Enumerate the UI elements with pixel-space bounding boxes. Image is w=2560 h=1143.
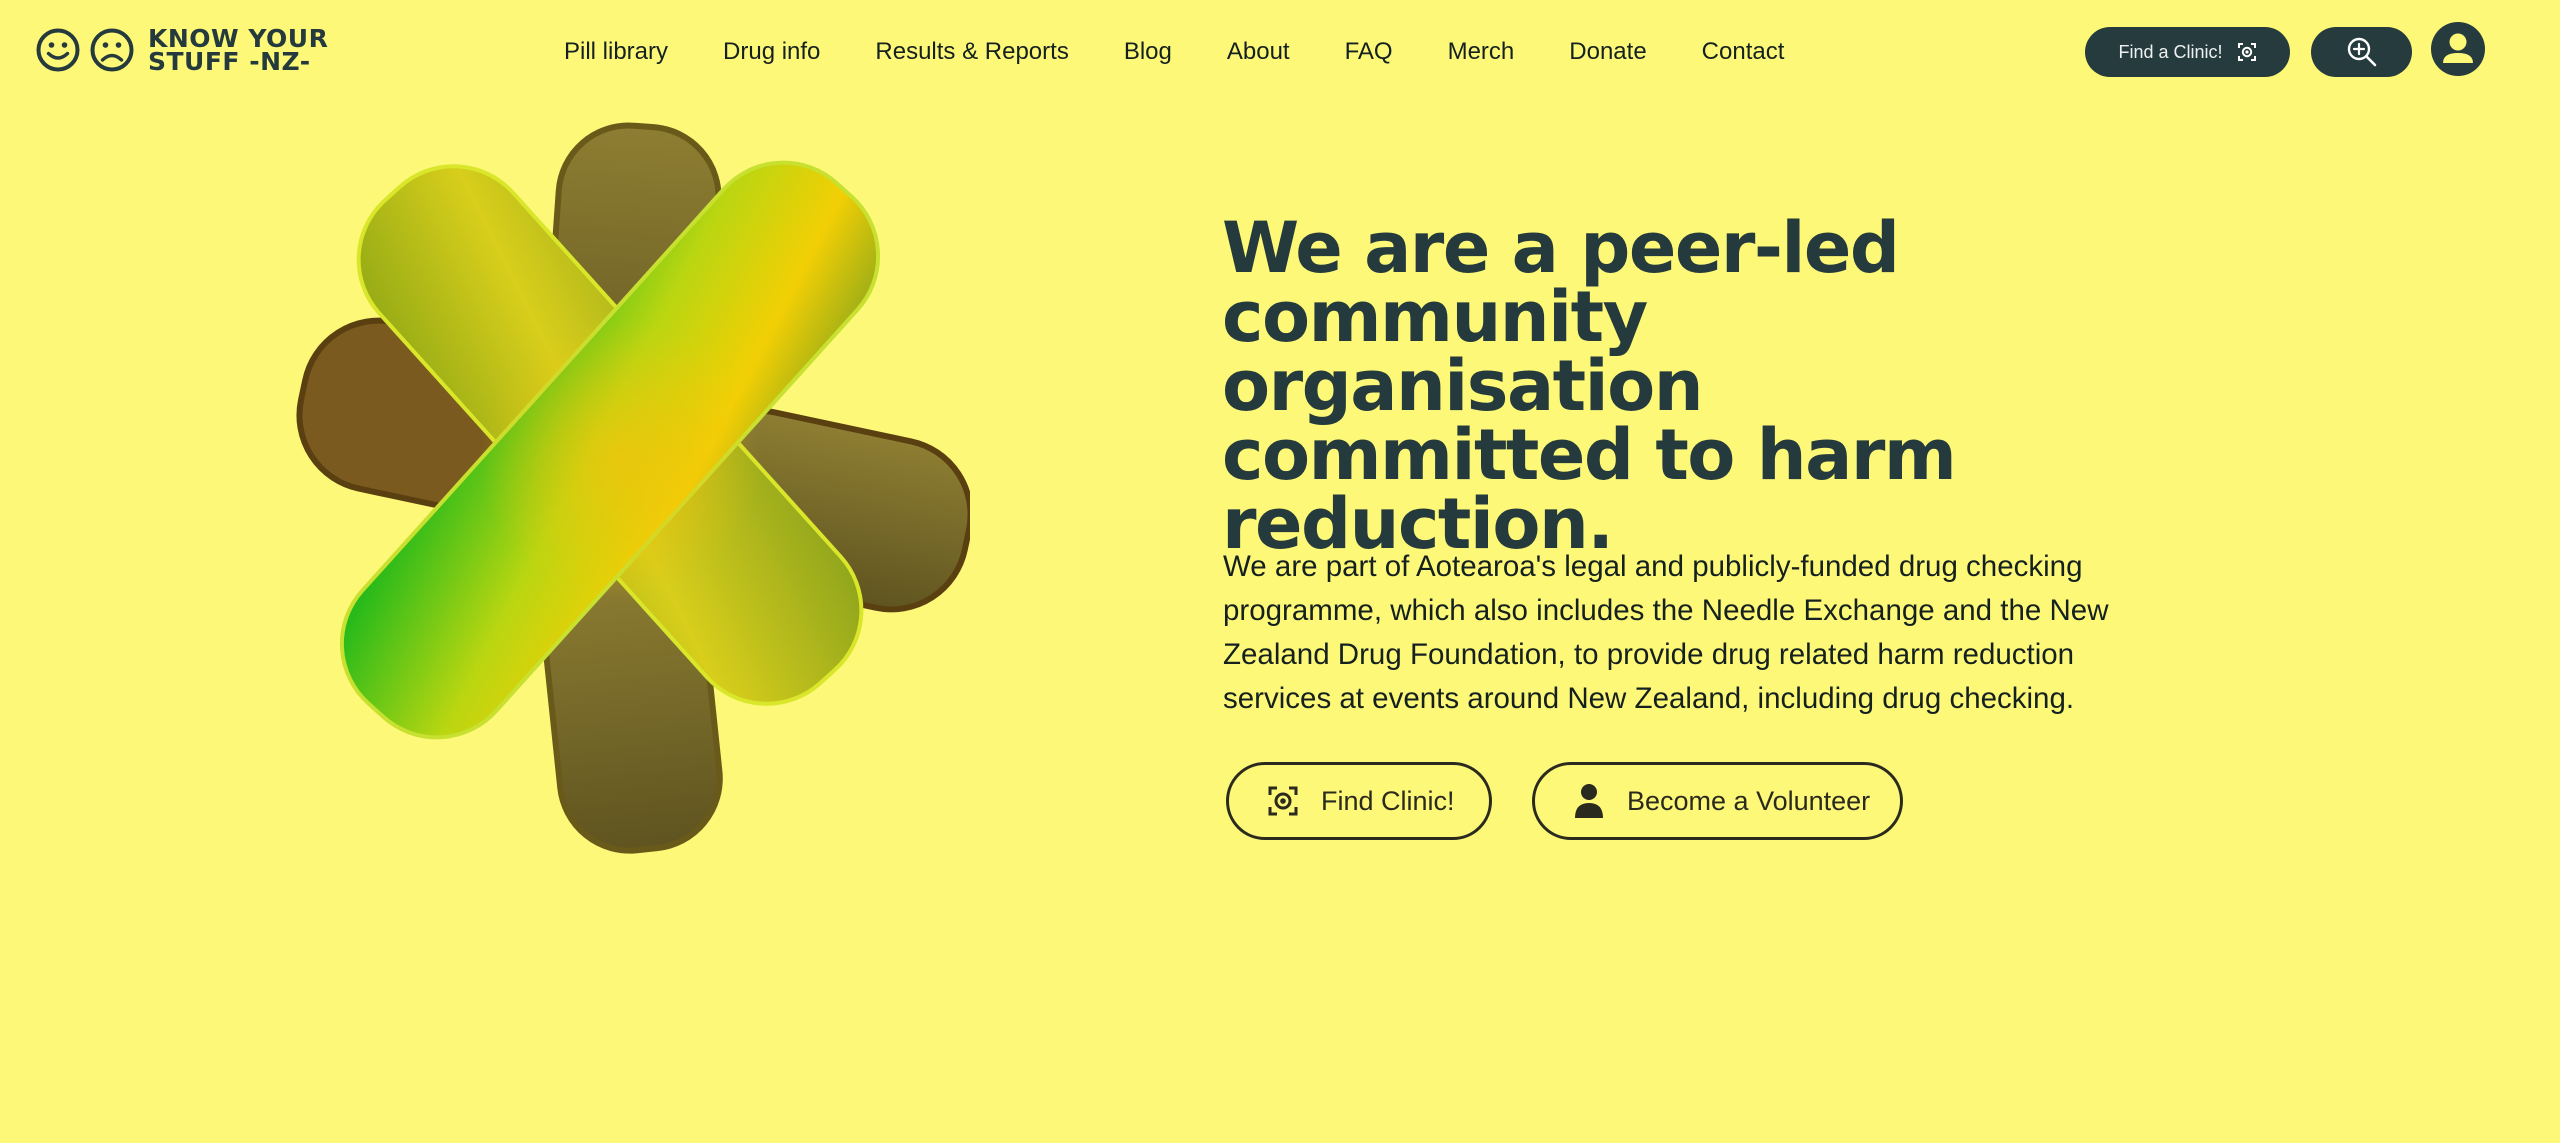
account-button[interactable]	[2431, 22, 2485, 76]
nav-drug-info[interactable]: Drug info	[723, 36, 820, 68]
smiley-face-icon	[36, 28, 80, 72]
hero-illustration	[290, 120, 974, 860]
frowning-face-icon	[90, 28, 134, 72]
nav-pill-library[interactable]: Pill library	[564, 36, 668, 68]
nav-faq[interactable]: FAQ	[1345, 36, 1393, 68]
main-nav: Pill library Drug info Results & Reports…	[564, 36, 1839, 68]
nav-contact[interactable]: Contact	[1702, 36, 1785, 68]
search-button[interactable]	[2311, 27, 2412, 77]
nav-donate[interactable]: Donate	[1569, 36, 1646, 68]
become-volunteer-button[interactable]: Become a Volunteer	[1532, 762, 1903, 840]
header-find-clinic-button[interactable]: Find a Clinic!	[2085, 27, 2290, 77]
nav-blog[interactable]: Blog	[1124, 36, 1172, 68]
zoom-search-icon	[2347, 37, 2376, 67]
site-logo[interactable]: KNOW YOUR STUFF -NZ-	[36, 26, 328, 76]
person-icon	[1575, 784, 1603, 818]
logo-wordmark: KNOW YOUR STUFF -NZ-	[148, 26, 328, 76]
hero-description: We are part of Aotearoa's legal and publ…	[1223, 550, 2109, 715]
site-header: KNOW YOUR STUFF -NZ- Pill library Drug i…	[0, 0, 2560, 104]
page: KNOW YOUR STUFF -NZ- Pill library Drug i…	[0, 0, 2560, 1143]
find-clinic-button[interactable]: Find Clinic!	[1226, 762, 1492, 840]
nav-results-reports[interactable]: Results & Reports	[875, 36, 1068, 68]
location-target-icon	[1268, 786, 1298, 816]
nav-about[interactable]: About	[1227, 36, 1290, 68]
header-find-clinic-label: Find a Clinic!	[2118, 41, 2223, 62]
location-target-icon	[2237, 43, 2256, 61]
logo-line-2: STUFF -NZ-	[148, 47, 311, 76]
volunteer-label: Become a Volunteer	[1627, 785, 1871, 816]
asterisk-graphic	[296, 122, 974, 854]
hero-title: We are a peer-led community organisation…	[1222, 207, 1957, 565]
user-account-icon	[2443, 33, 2473, 63]
find-clinic-label: Find Clinic!	[1321, 785, 1455, 816]
nav-merch[interactable]: Merch	[1448, 36, 1515, 68]
